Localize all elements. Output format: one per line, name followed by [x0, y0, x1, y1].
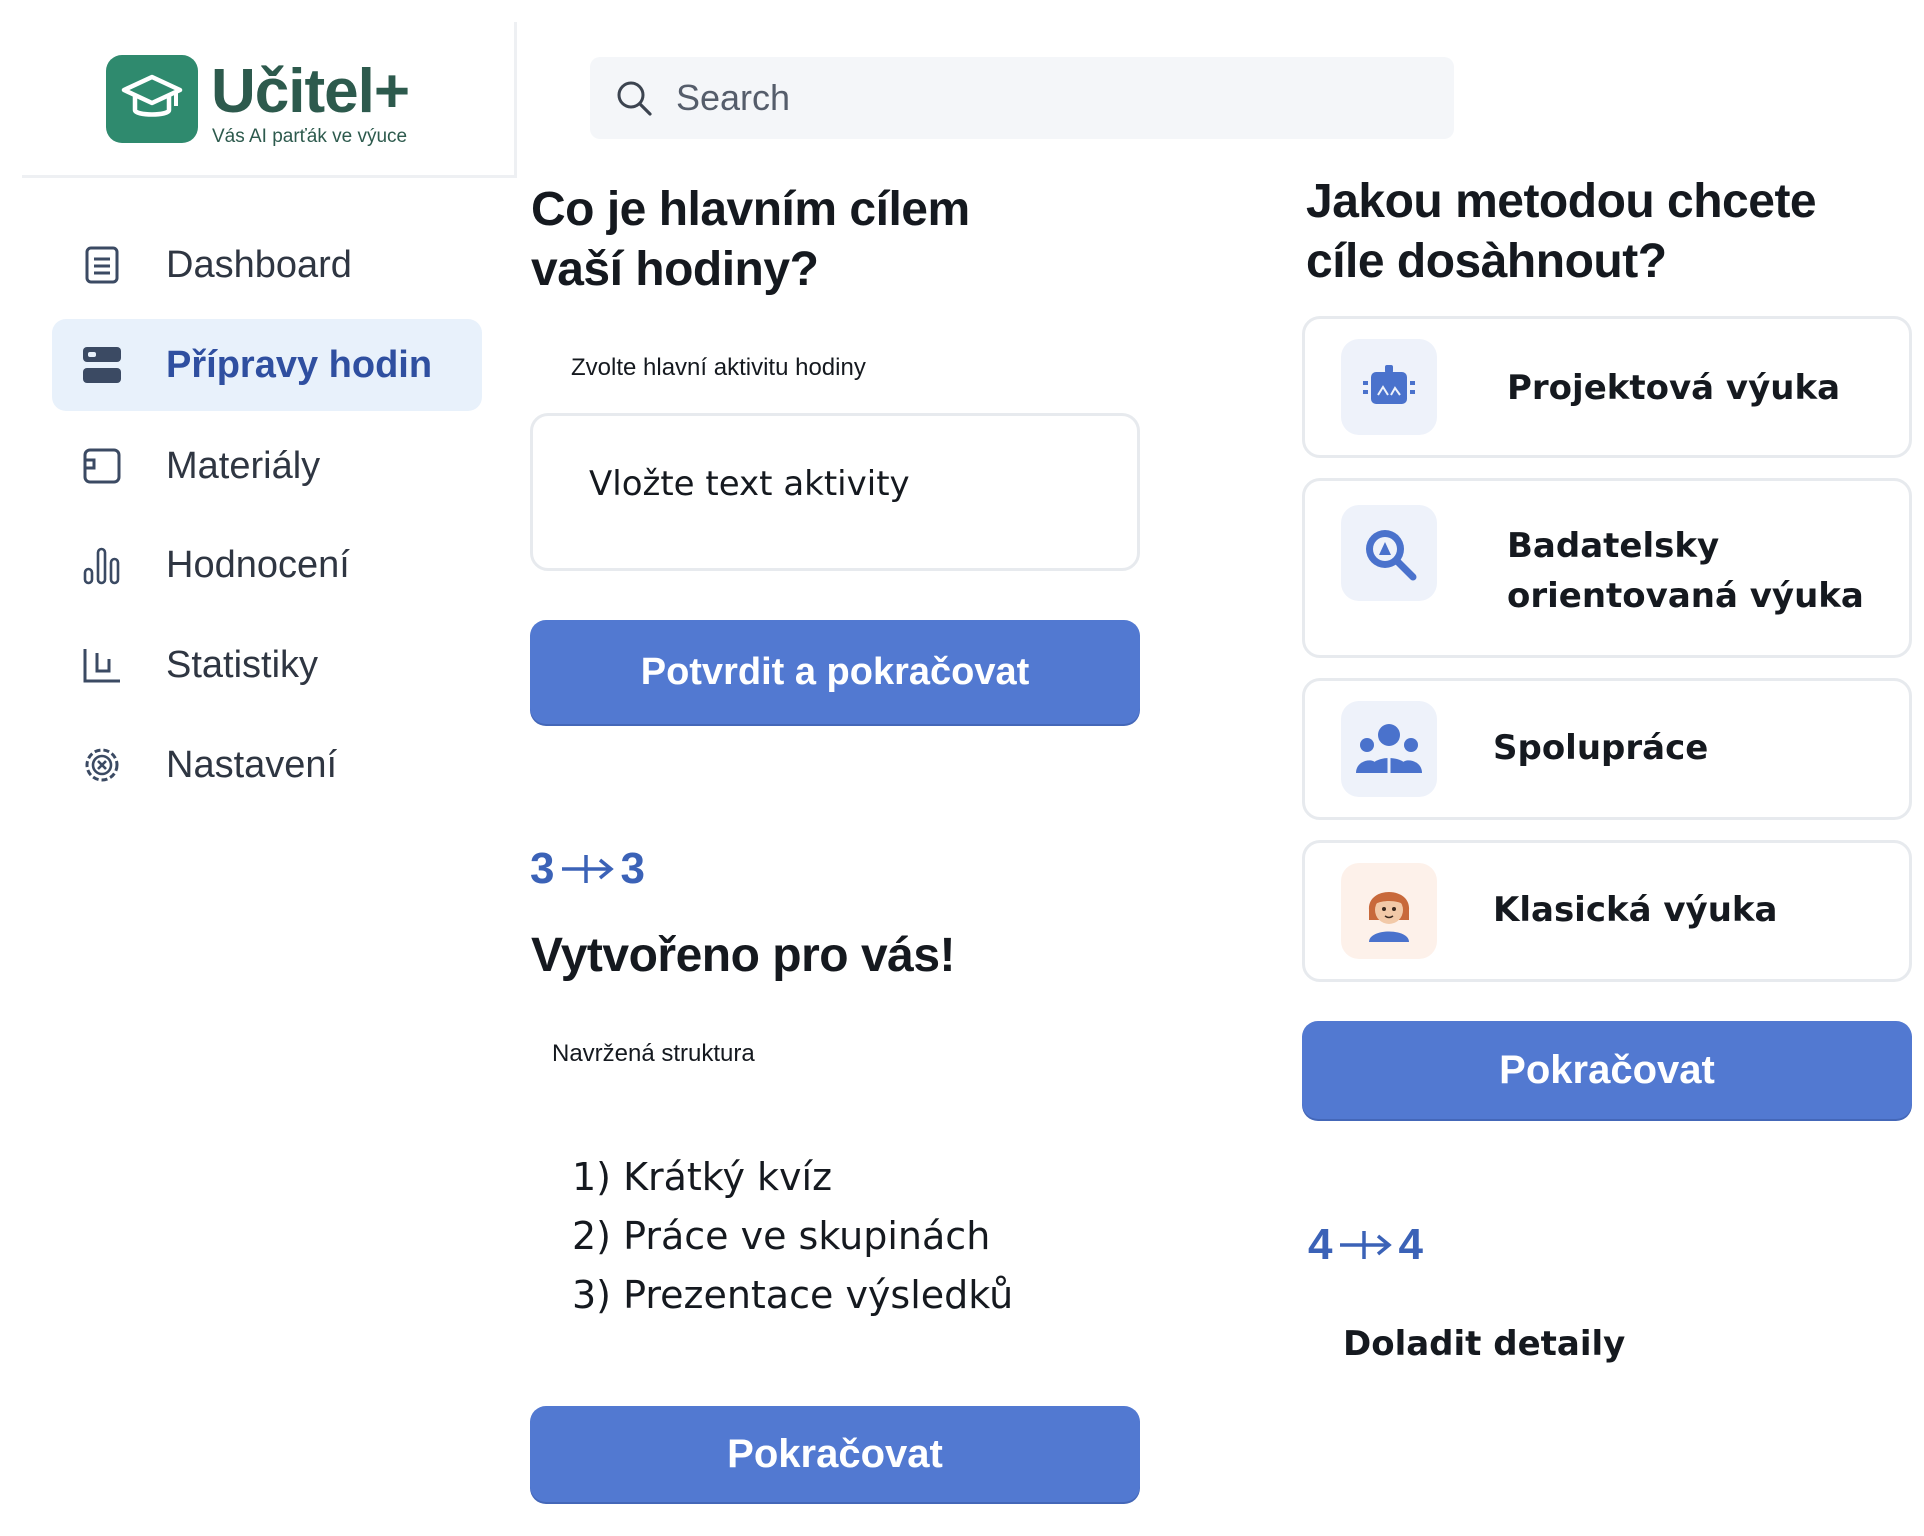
sidebar-item-label: Dashboard	[166, 243, 352, 286]
structure-label: Navržená struktura	[552, 1040, 755, 1067]
method-label: Projektová výuka	[1507, 368, 1841, 408]
teacher-face-icon	[1341, 863, 1437, 959]
activity-field-label: Zvolte hlavní aktivitu hodiny	[571, 354, 866, 381]
sidebar-item-settings[interactable]: Nastavení	[52, 719, 482, 811]
activity-text-input[interactable]: Vložte text aktivity	[530, 413, 1140, 571]
search-bar[interactable]: Search	[590, 57, 1454, 139]
step-indicator: 4 4	[1308, 1220, 1423, 1270]
line-chart-icon	[82, 645, 122, 685]
list-item: 1) Krátký kvíz	[572, 1155, 833, 1199]
document-list-icon	[82, 245, 122, 285]
step-total: 3	[620, 844, 645, 893]
gear-icon	[82, 745, 122, 785]
method-question-title: Jakou metodou chcete cíle dosàhnout?	[1306, 172, 1817, 292]
search-icon	[617, 81, 652, 116]
sidebar-item-label: Materiály	[166, 444, 321, 487]
arrow-right-icon	[562, 855, 615, 883]
method-label-line-1: Badatelsky	[1507, 526, 1720, 566]
sidebar-item-label: Statistiky	[166, 643, 319, 686]
structure-list: 1) Krátký kvíz 2) Práce ve skupinách 3) …	[572, 1148, 1013, 1325]
arrow-right-icon	[1340, 1231, 1393, 1259]
app-tagline: Vás AI parťák ve výuce	[212, 126, 408, 147]
sidebar-item-lesson-plans[interactable]: Přípravy hodin	[52, 319, 482, 411]
method-continue-button[interactable]: Pokračovat	[1302, 1021, 1912, 1119]
sidebar-item-label: Přípravy hodin	[166, 343, 433, 386]
goal-question-title: Co je hlavním cílem vaší hodiny?	[531, 180, 970, 300]
detail-title: Doladit detaily	[1343, 1324, 1626, 1364]
result-continue-button[interactable]: Pokračovat	[530, 1406, 1140, 1502]
method-label: Badatelsky orientovaná výuka	[1507, 521, 1864, 621]
method-question-line-2: cíle dosàhnout?	[1306, 235, 1667, 288]
sidebar-item-materials[interactable]: Materiály	[52, 420, 482, 512]
method-label-line-2: orientovaná výuka	[1507, 576, 1864, 616]
logo-area: Učitel+ Vás AI parťák ve výuce	[22, 22, 517, 178]
sidebar-item-evaluation[interactable]: Hodnocení	[52, 519, 482, 611]
step-current: 4	[1308, 1220, 1333, 1269]
result-title: Vytvořeno pro vás!	[531, 929, 956, 982]
method-option-inquiry[interactable]: Badatelsky orientovaná výuka	[1302, 478, 1912, 658]
step-total: 4	[1398, 1220, 1423, 1269]
robot-project-icon	[1341, 339, 1437, 435]
graduation-cap-icon	[106, 55, 198, 143]
bar-chart-icon	[82, 545, 122, 585]
magnifier-icon	[1341, 505, 1437, 601]
method-label: Klasická výuka	[1493, 890, 1778, 930]
confirm-continue-button[interactable]: Potvrdit a pokračovat	[530, 620, 1140, 724]
method-option-collaboration[interactable]: Spolupráce	[1302, 678, 1912, 820]
step-current: 3	[530, 844, 555, 893]
method-option-classic[interactable]: Klasická výuka	[1302, 840, 1912, 982]
sidebar-item-dashboard[interactable]: Dashboard	[52, 219, 482, 311]
sidebar-item-label: Nastavení	[166, 743, 338, 786]
sidebar-item-label: Hodnocení	[166, 543, 350, 586]
method-question-line-1: Jakou metodou chcete	[1306, 175, 1817, 228]
list-item: 2) Práce ve skupinách	[572, 1214, 991, 1258]
group-people-icon	[1341, 701, 1437, 797]
server-stack-icon	[82, 345, 122, 385]
goal-question-line-1: Co je hlavním cílem	[531, 183, 970, 236]
method-option-project[interactable]: Projektová výuka	[1302, 316, 1912, 458]
list-item: 3) Prezentace výsledků	[572, 1273, 1014, 1317]
method-label: Spolupráce	[1493, 728, 1709, 768]
folder-tab-icon	[82, 446, 122, 486]
app-name: Učitel+	[211, 57, 410, 126]
sidebar-item-statistics[interactable]: Statistiky	[52, 619, 482, 711]
goal-question-line-2: vaší hodiny?	[531, 243, 819, 296]
search-input[interactable]: Search	[676, 77, 790, 119]
step-indicator: 3 3	[530, 844, 645, 894]
